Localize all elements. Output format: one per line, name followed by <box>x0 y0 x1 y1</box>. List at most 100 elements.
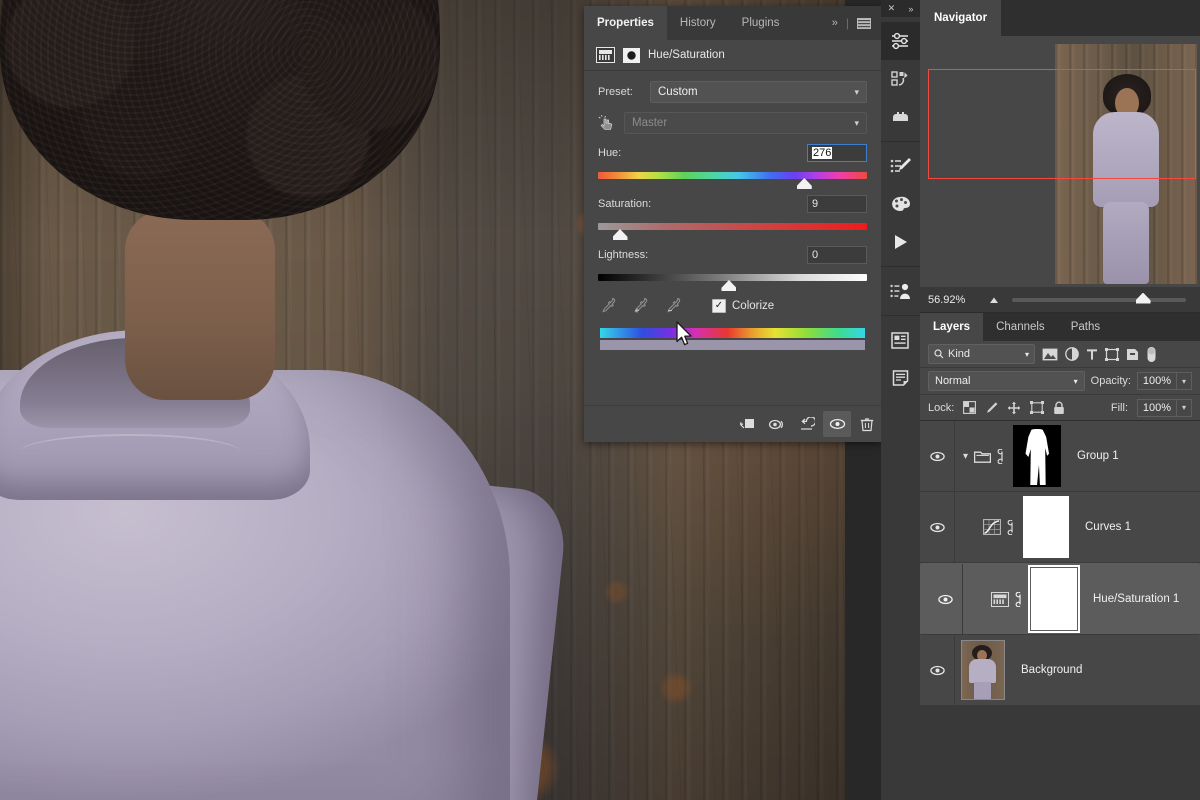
toggle-visibility-button[interactable] <box>823 411 851 437</box>
color-range-bars[interactable] <box>600 328 865 350</box>
filter-smart-objects[interactable] <box>1126 348 1139 361</box>
rail-adjustments[interactable] <box>881 98 920 136</box>
fill-stepper-icon[interactable]: ▾ <box>1177 399 1192 417</box>
tab-navigator[interactable]: Navigator <box>920 0 1001 36</box>
rail-notes[interactable] <box>881 359 920 397</box>
layer-name[interactable]: Curves 1 <box>1075 521 1131 533</box>
zoom-percent-value[interactable]: 56.92% <box>920 294 988 306</box>
layer-mask-thumbnail[interactable] <box>1023 496 1069 558</box>
preset-select[interactable]: Custom ▾ <box>650 81 867 103</box>
colorize-checkbox[interactable]: ✓ <box>712 299 726 313</box>
navigator-tab-bar: Navigator <box>920 0 1200 36</box>
delete-adjustment-button[interactable] <box>853 411 881 437</box>
tool-rail: ✕ » <box>881 0 920 800</box>
saturation-value-input[interactable]: 9 <box>807 195 867 213</box>
chevron-down-icon: ▾ <box>854 118 859 129</box>
layer-name[interactable]: Hue/Saturation 1 <box>1083 593 1179 605</box>
channel-row: Master ▾ <box>598 112 867 134</box>
eyedropper-icon[interactable] <box>600 297 616 314</box>
link-icon[interactable] <box>1015 592 1025 607</box>
filter-pixel-layers[interactable] <box>1042 348 1058 361</box>
hue-value-input[interactable]: 276 <box>807 144 867 162</box>
hue-label: Hue: <box>598 147 621 159</box>
opacity-value[interactable]: 100% <box>1137 372 1177 390</box>
fill-label: Fill: <box>1111 402 1128 414</box>
layer-thumbnail[interactable] <box>961 640 1005 700</box>
eyedropper-add-icon[interactable] <box>632 297 649 314</box>
layer-name[interactable]: Background <box>1011 664 1082 676</box>
tab-channels[interactable]: Channels <box>983 313 1058 341</box>
rail-group-4 <box>881 316 920 402</box>
tab-properties[interactable]: Properties <box>584 6 667 40</box>
reset-button[interactable] <box>793 411 821 437</box>
saturation-slider-track[interactable] <box>598 223 867 230</box>
eyedropper-subtract-icon[interactable] <box>665 297 682 314</box>
link-icon[interactable] <box>997 449 1007 464</box>
navigator-view-rectangle[interactable] <box>928 69 1196 179</box>
hue-spectrum-bar[interactable] <box>600 328 865 338</box>
filter-toggle-switch[interactable] <box>1146 346 1157 363</box>
table-row[interactable]: Hue/Saturation 1 <box>920 563 1200 635</box>
zoom-slider-track[interactable] <box>1012 298 1186 302</box>
filter-shape-layers[interactable] <box>1105 348 1119 361</box>
hue-slider-thumb[interactable] <box>797 178 812 189</box>
layer-thumbnail[interactable] <box>1013 425 1061 487</box>
link-icon[interactable] <box>1007 520 1017 535</box>
expand-icon[interactable]: » <box>908 4 913 14</box>
saturation-slider-thumb[interactable] <box>613 229 628 240</box>
lock-all[interactable] <box>1053 401 1065 415</box>
layers-blend-row: Normal ▾ Opacity: 100% ▾ <box>920 368 1200 395</box>
chevron-down-icon[interactable]: ▾ <box>963 451 968 462</box>
layer-name[interactable]: Group 1 <box>1067 450 1119 462</box>
filter-type-layers[interactable] <box>1086 348 1098 361</box>
layer-visibility-toggle[interactable] <box>920 421 955 491</box>
filter-adjustment-layers[interactable] <box>1065 347 1079 361</box>
hue-saturation-icon <box>991 592 1009 607</box>
rail-brush-settings[interactable] <box>881 147 920 185</box>
layer-visibility-toggle[interactable] <box>928 564 963 634</box>
fill-value[interactable]: 100% <box>1137 399 1177 417</box>
layer-visibility-toggle[interactable] <box>920 492 955 562</box>
lightness-value-input[interactable]: 0 <box>807 246 867 264</box>
blend-mode-select[interactable]: Normal ▾ <box>928 371 1085 391</box>
close-icon[interactable]: ✕ <box>888 3 896 14</box>
hue-slider-track[interactable] <box>598 172 867 179</box>
lock-transparent-pixels[interactable] <box>963 401 976 414</box>
navigator-preview[interactable] <box>920 36 1200 287</box>
lightness-slider-track[interactable] <box>598 274 867 281</box>
rail-clone-source[interactable] <box>881 272 920 310</box>
table-row[interactable]: Curves 1 <box>920 492 1200 563</box>
layer-mask-thumbnail[interactable] <box>1031 568 1077 630</box>
opacity-stepper-icon[interactable]: ▾ <box>1177 372 1192 390</box>
rail-libraries[interactable] <box>881 60 920 98</box>
channel-select[interactable]: Master ▾ <box>624 112 867 134</box>
tab-paths[interactable]: Paths <box>1058 313 1113 341</box>
zoom-slider-thumb[interactable] <box>1136 293 1151 304</box>
on-image-adjust-icon[interactable] <box>598 115 616 132</box>
view-previous-state-button[interactable] <box>763 411 791 437</box>
table-row[interactable]: Background <box>920 635 1200 706</box>
layer-mask-icon <box>623 48 640 63</box>
rail-layer-comps[interactable] <box>881 321 920 359</box>
overflow-chevrons-icon[interactable]: » <box>832 17 838 29</box>
lightness-value: 0 <box>812 249 818 261</box>
chevron-down-icon: ▾ <box>854 87 859 98</box>
lightness-slider-thumb[interactable] <box>721 280 736 291</box>
tab-plugins[interactable]: Plugins <box>729 6 793 40</box>
clip-to-layer-button[interactable] <box>733 411 761 437</box>
lock-image-pixels[interactable] <box>985 401 998 415</box>
panel-menu-icon[interactable] <box>857 18 871 29</box>
lock-artboard-nesting[interactable] <box>1030 401 1044 414</box>
lock-position[interactable] <box>1007 401 1021 415</box>
small-mountain-icon[interactable] <box>988 291 1002 309</box>
layer-visibility-toggle[interactable] <box>920 635 955 705</box>
rail-properties[interactable] <box>881 22 920 60</box>
tab-history[interactable]: History <box>667 6 729 40</box>
tab-layers[interactable]: Layers <box>920 313 983 341</box>
layer-list: ▾ Group 1 <box>920 421 1200 706</box>
table-row[interactable]: ▾ Group 1 <box>920 421 1200 492</box>
result-color-bar[interactable] <box>600 340 865 350</box>
rail-swatches[interactable] <box>881 185 920 223</box>
rail-actions[interactable] <box>881 223 920 261</box>
layer-kind-filter[interactable]: Kind ▾ <box>928 344 1035 364</box>
